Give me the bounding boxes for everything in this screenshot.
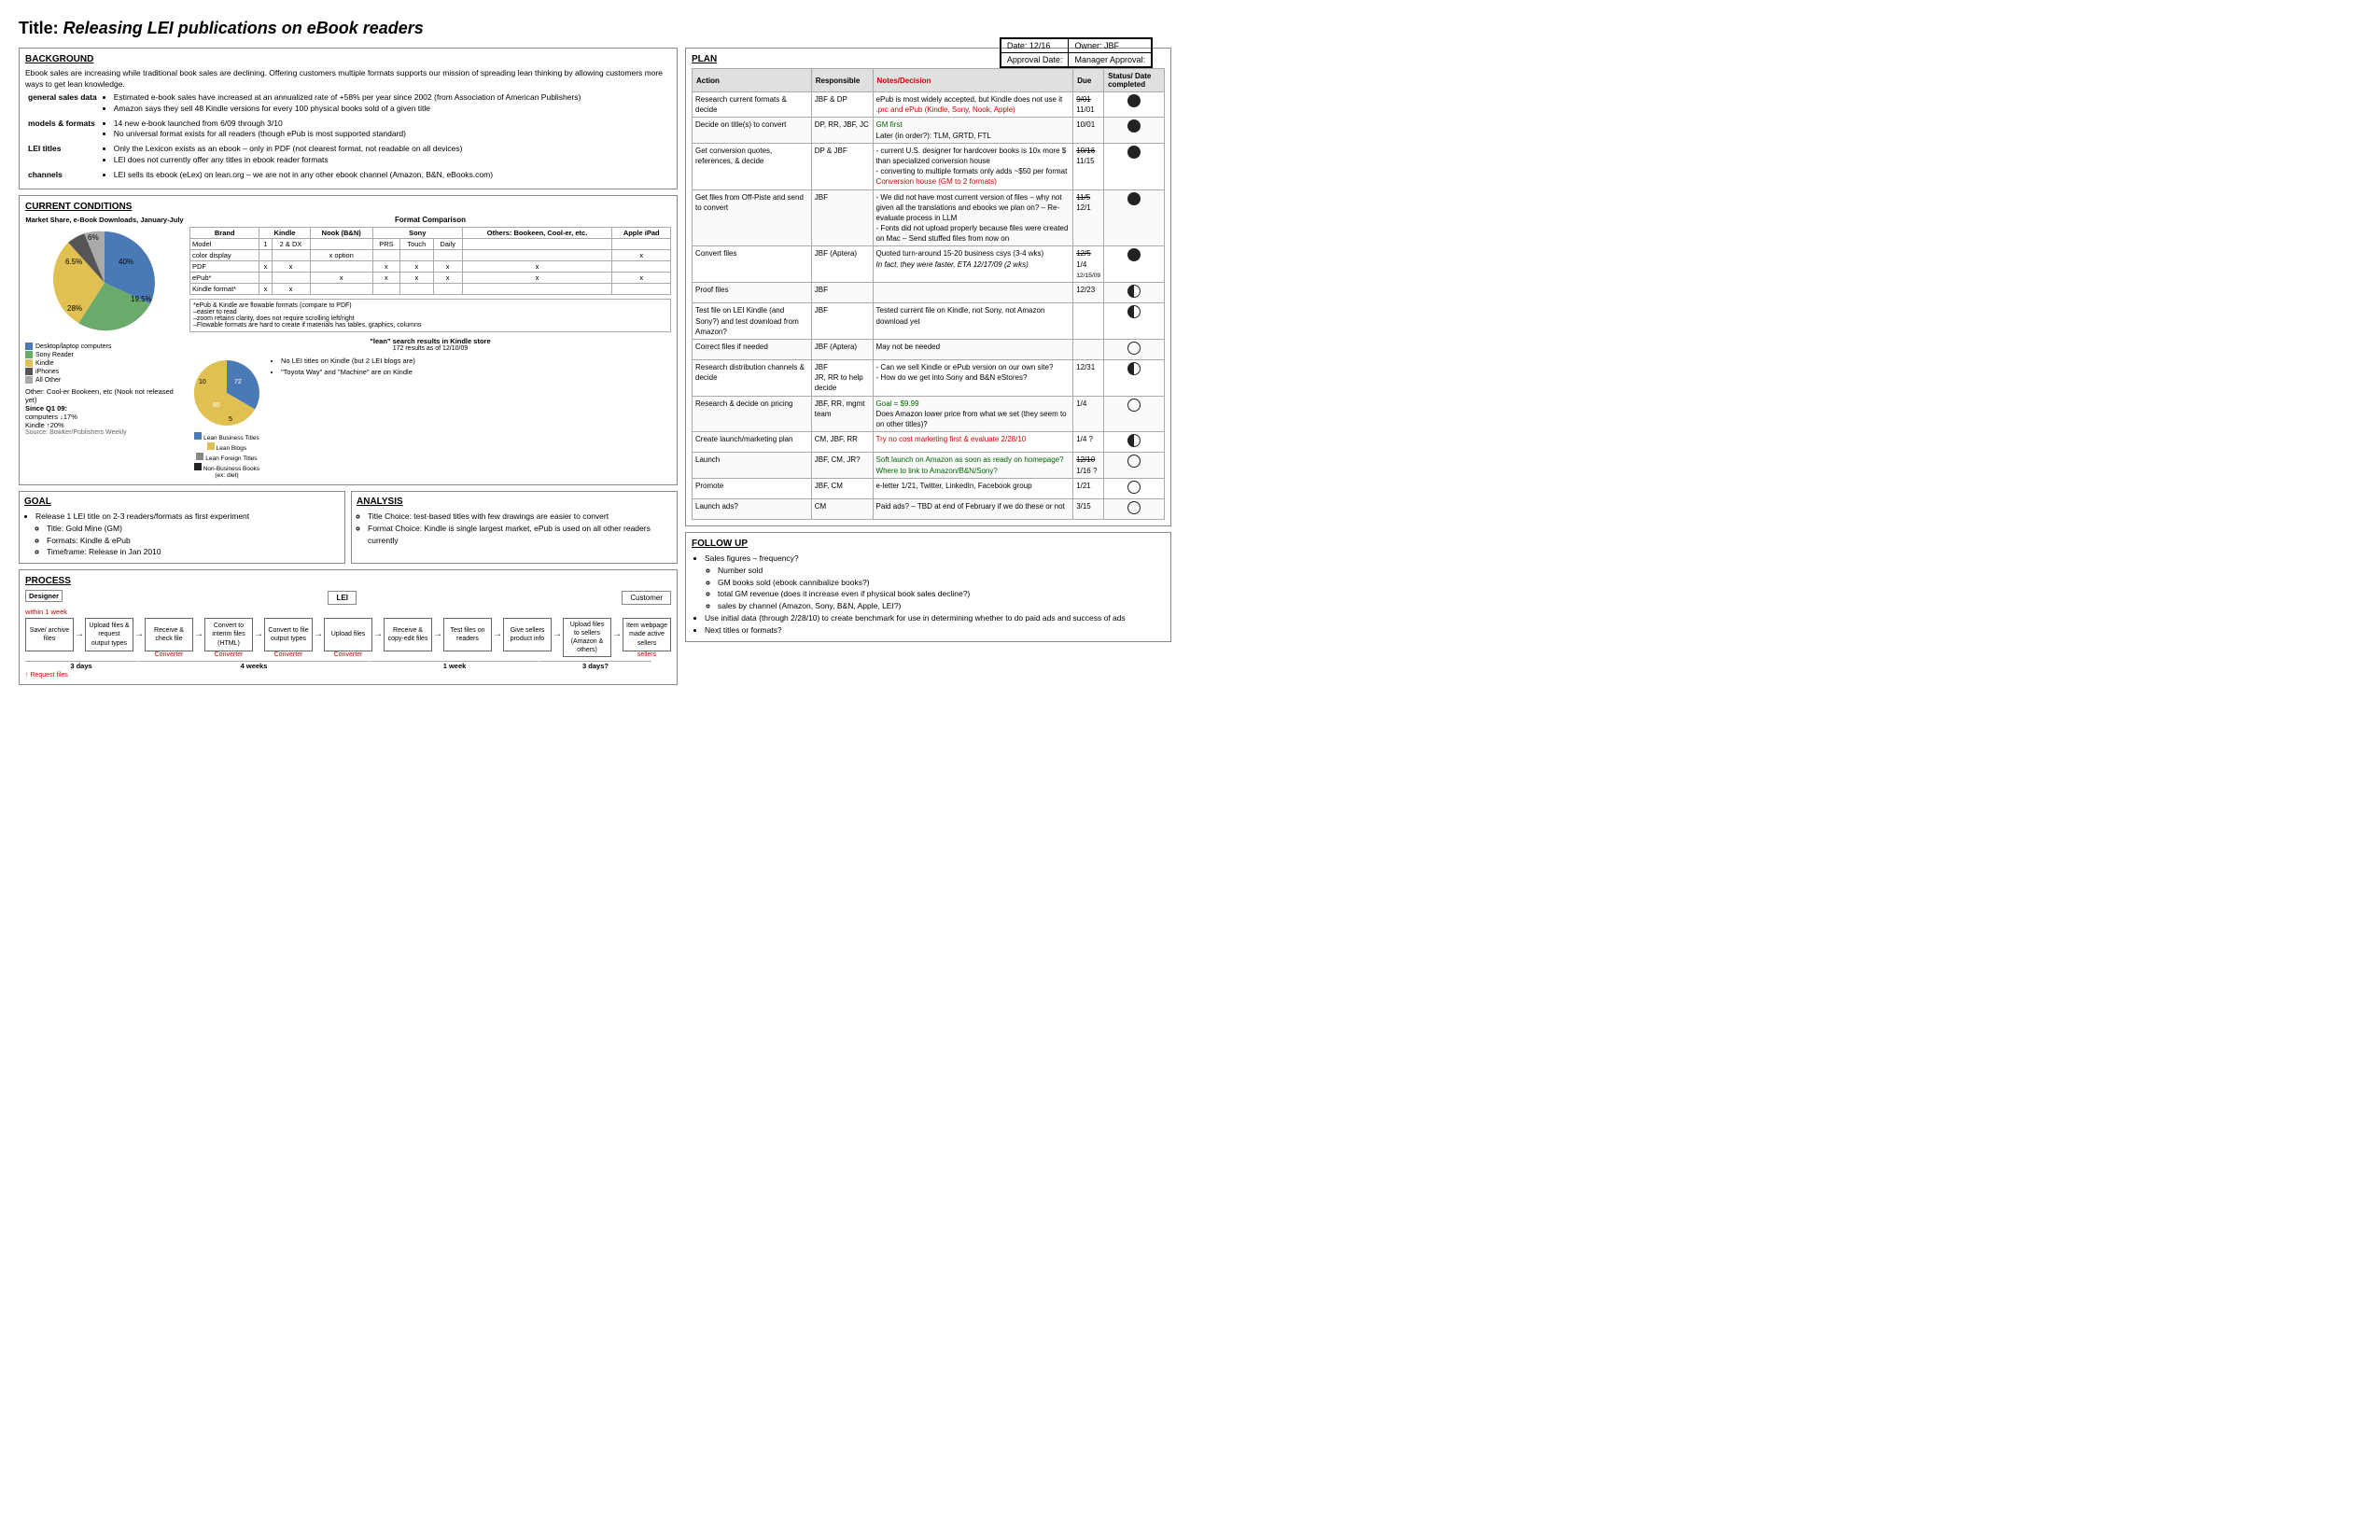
- svg-text:6.5%: 6.5%: [65, 258, 82, 266]
- pie-chart: 40% 19.5% 28% 6.5% 6%: [49, 227, 161, 339]
- background-title: BACKGROUND: [25, 54, 671, 64]
- pie-title: Market Share, e-Book Downloads, January-…: [25, 216, 184, 224]
- plan-row-9: Research distribution channels & decide …: [693, 360, 1165, 397]
- plan-row-12: Launch JBF, CM, JR? Soft launch on Amazo…: [693, 453, 1165, 478]
- duration-4weeks: 4 weeks: [138, 661, 370, 670]
- approval-label: Approval Date:: [1001, 53, 1069, 67]
- svg-text:6%: 6%: [88, 233, 99, 242]
- plan-header-responsible: Responsible: [811, 69, 873, 92]
- kindle-pie-chart: 85 72 10 5 Lean Business Titles Lean Blo…: [189, 356, 264, 479]
- cc-title: CURRENT CONDITIONS: [25, 202, 671, 212]
- within-week: within 1 week: [25, 608, 671, 616]
- bg-row-models: models & formats 14 new e-book launched …: [25, 117, 671, 143]
- plan-row-7: Test file on LEI Kindle (and Sony?) and …: [693, 303, 1165, 340]
- follow-up-section: FOLLOW UP Sales figures – frequency? Num…: [685, 532, 1171, 642]
- svg-text:40%: 40%: [119, 258, 133, 266]
- customer-label: Customer: [622, 591, 671, 605]
- plan-header-notes: Notes/Decision: [873, 69, 1073, 92]
- step-upload-sellers: Upload files to sellers (Amazon & others…: [563, 618, 611, 657]
- step-receive-check: Receive & check file Converter: [145, 618, 193, 658]
- since-q1: Other: Cool-er Bookeen, etc (Nook not re…: [25, 387, 184, 436]
- step-test-files: Test files on readers: [443, 618, 492, 651]
- duration-3days2: 3 days?: [539, 661, 651, 670]
- bg-row-sales: general sales data Estimated e-book sale…: [25, 91, 671, 117]
- svg-text:85: 85: [213, 402, 220, 409]
- bg-label-lei: LEI titles: [25, 142, 100, 168]
- step-convert-output: Convert to file output types Converter: [264, 618, 313, 658]
- plan-row-11: Create launch/marketing plan CM, JBF, RR…: [693, 432, 1165, 453]
- plan-row-6: Proof files JBF 12/23: [693, 283, 1165, 303]
- kindle-search-title: "lean" search results in Kindle store: [189, 337, 671, 345]
- bg-label-models: models & formats: [25, 117, 100, 143]
- step-receive-copy: Receive & copy-edit files: [384, 618, 432, 651]
- svg-text:28%: 28%: [67, 304, 82, 313]
- meta-box: Date: 12/16 Owner: JBF Approval Date: Ma…: [1000, 37, 1153, 68]
- step-convert-interim: Convert to interim files (HTML) Converte…: [204, 618, 253, 658]
- svg-text:5: 5: [229, 416, 232, 423]
- plan-header-due: Due: [1073, 69, 1104, 92]
- plan-row-14: Launch ads? CM Paid ads? – TBD at end of…: [693, 498, 1165, 519]
- step-give-sellers: Give sellers product info: [503, 618, 552, 651]
- plan-section: PLAN Action Responsible Notes/Decision D…: [685, 48, 1171, 526]
- plan-row-10: Research & decide on pricing JBF, RR, mg…: [693, 396, 1165, 432]
- goal-section: GOAL Release 1 LEI title on 2-3 readers/…: [19, 491, 345, 564]
- step-upload-files: Upload files Converter: [324, 618, 372, 658]
- analysis-section: ANALYSIS Title Choice: test-based titles…: [351, 491, 678, 564]
- bg-label-channels: channels: [25, 168, 100, 183]
- plan-row-3: Get conversion quotes, references, & dec…: [693, 143, 1165, 189]
- kindle-legend: Lean Business Titles Lean Blogs Lean For…: [189, 432, 264, 479]
- designer-label: Designer: [25, 590, 63, 602]
- plan-row-2: Decide on title(s) to convert DP, RR, JB…: [693, 118, 1165, 143]
- owner-label: Owner: JBF: [1069, 39, 1152, 53]
- kindle-chart-area: 85 72 10 5 Lean Business Titles Lean Blo…: [189, 356, 671, 479]
- plan-row-5: Convert files JBF (Aptera) Quoted turn-a…: [693, 246, 1165, 283]
- plan-row-8: Correct files if needed JBF (Aptera) May…: [693, 339, 1165, 359]
- duration-3days: 3 days: [25, 661, 137, 670]
- duration-1week: 1 week: [371, 661, 539, 670]
- kindle-bullets: No LEI titles on Kindle (but 2 LEI blogs…: [270, 356, 671, 479]
- svg-text:10: 10: [199, 379, 206, 385]
- bg-row-channels: channels LEI sells its ebook (eLex) on l…: [25, 168, 671, 183]
- step-upload: Upload files & request output types: [85, 618, 133, 651]
- plan-row-13: Promote JBF, CM e-letter 1/21, Twitter, …: [693, 478, 1165, 498]
- plan-row-4: Get files from Off-Piste and send to con…: [693, 189, 1165, 246]
- kindle-search-subtitle: 172 results as of 12/10/09: [189, 345, 671, 352]
- svg-text:19.5%: 19.5%: [131, 295, 152, 303]
- plan-table: Action Responsible Notes/Decision Due St…: [692, 68, 1165, 520]
- left-column: BACKGROUND Ebook sales are increasing wh…: [19, 48, 678, 685]
- current-conditions-section: CURRENT CONDITIONS Market Share, e-Book …: [19, 195, 678, 485]
- goal-analysis-row: GOAL Release 1 LEI title on 2-3 readers/…: [19, 491, 678, 564]
- right-column: PLAN Action Responsible Notes/Decision D…: [685, 48, 1171, 685]
- step-item-webpage: Item webpage made active sellers sellers: [623, 618, 671, 658]
- format-comparison: Format Comparison Brand Kindle Nook (B&N…: [189, 216, 671, 479]
- manager-label: Manager Approval:: [1069, 53, 1152, 67]
- plan-row-1: Research current formats & decide JBF & …: [693, 92, 1165, 118]
- plan-header-action: Action: [693, 69, 812, 92]
- page-title: Title: Releasing LEI publications on eBo…: [19, 19, 1171, 38]
- lei-label: LEI: [328, 591, 356, 605]
- date-label: Date: 12/16: [1001, 39, 1069, 53]
- bg-label-sales: general sales data: [25, 91, 100, 117]
- bg-row-lei: LEI titles Only the Lexicon exists as an…: [25, 142, 671, 168]
- pie-section: Market Share, e-Book Downloads, January-…: [25, 216, 184, 479]
- request-files-label: ↑ Request files: [25, 672, 671, 679]
- step-save: Save/ archive files: [25, 618, 74, 651]
- format-note: *ePub & Kindle are flowable formats (com…: [189, 299, 671, 332]
- background-table: general sales data Estimated e-book sale…: [25, 91, 671, 183]
- background-intro: Ebook sales are increasing while traditi…: [25, 68, 671, 91]
- format-table: Brand Kindle Nook (B&N) Sony Others: Boo…: [189, 227, 671, 295]
- svg-text:72: 72: [234, 379, 242, 385]
- plan-header-status: Status/ Date completed: [1104, 69, 1165, 92]
- pie-legend: Desktop/laptop computers Sony Reader Kin…: [25, 343, 184, 384]
- process-section: PROCESS Designer LEI Customer within 1 w…: [19, 569, 678, 685]
- background-section: BACKGROUND Ebook sales are increasing wh…: [19, 48, 678, 189]
